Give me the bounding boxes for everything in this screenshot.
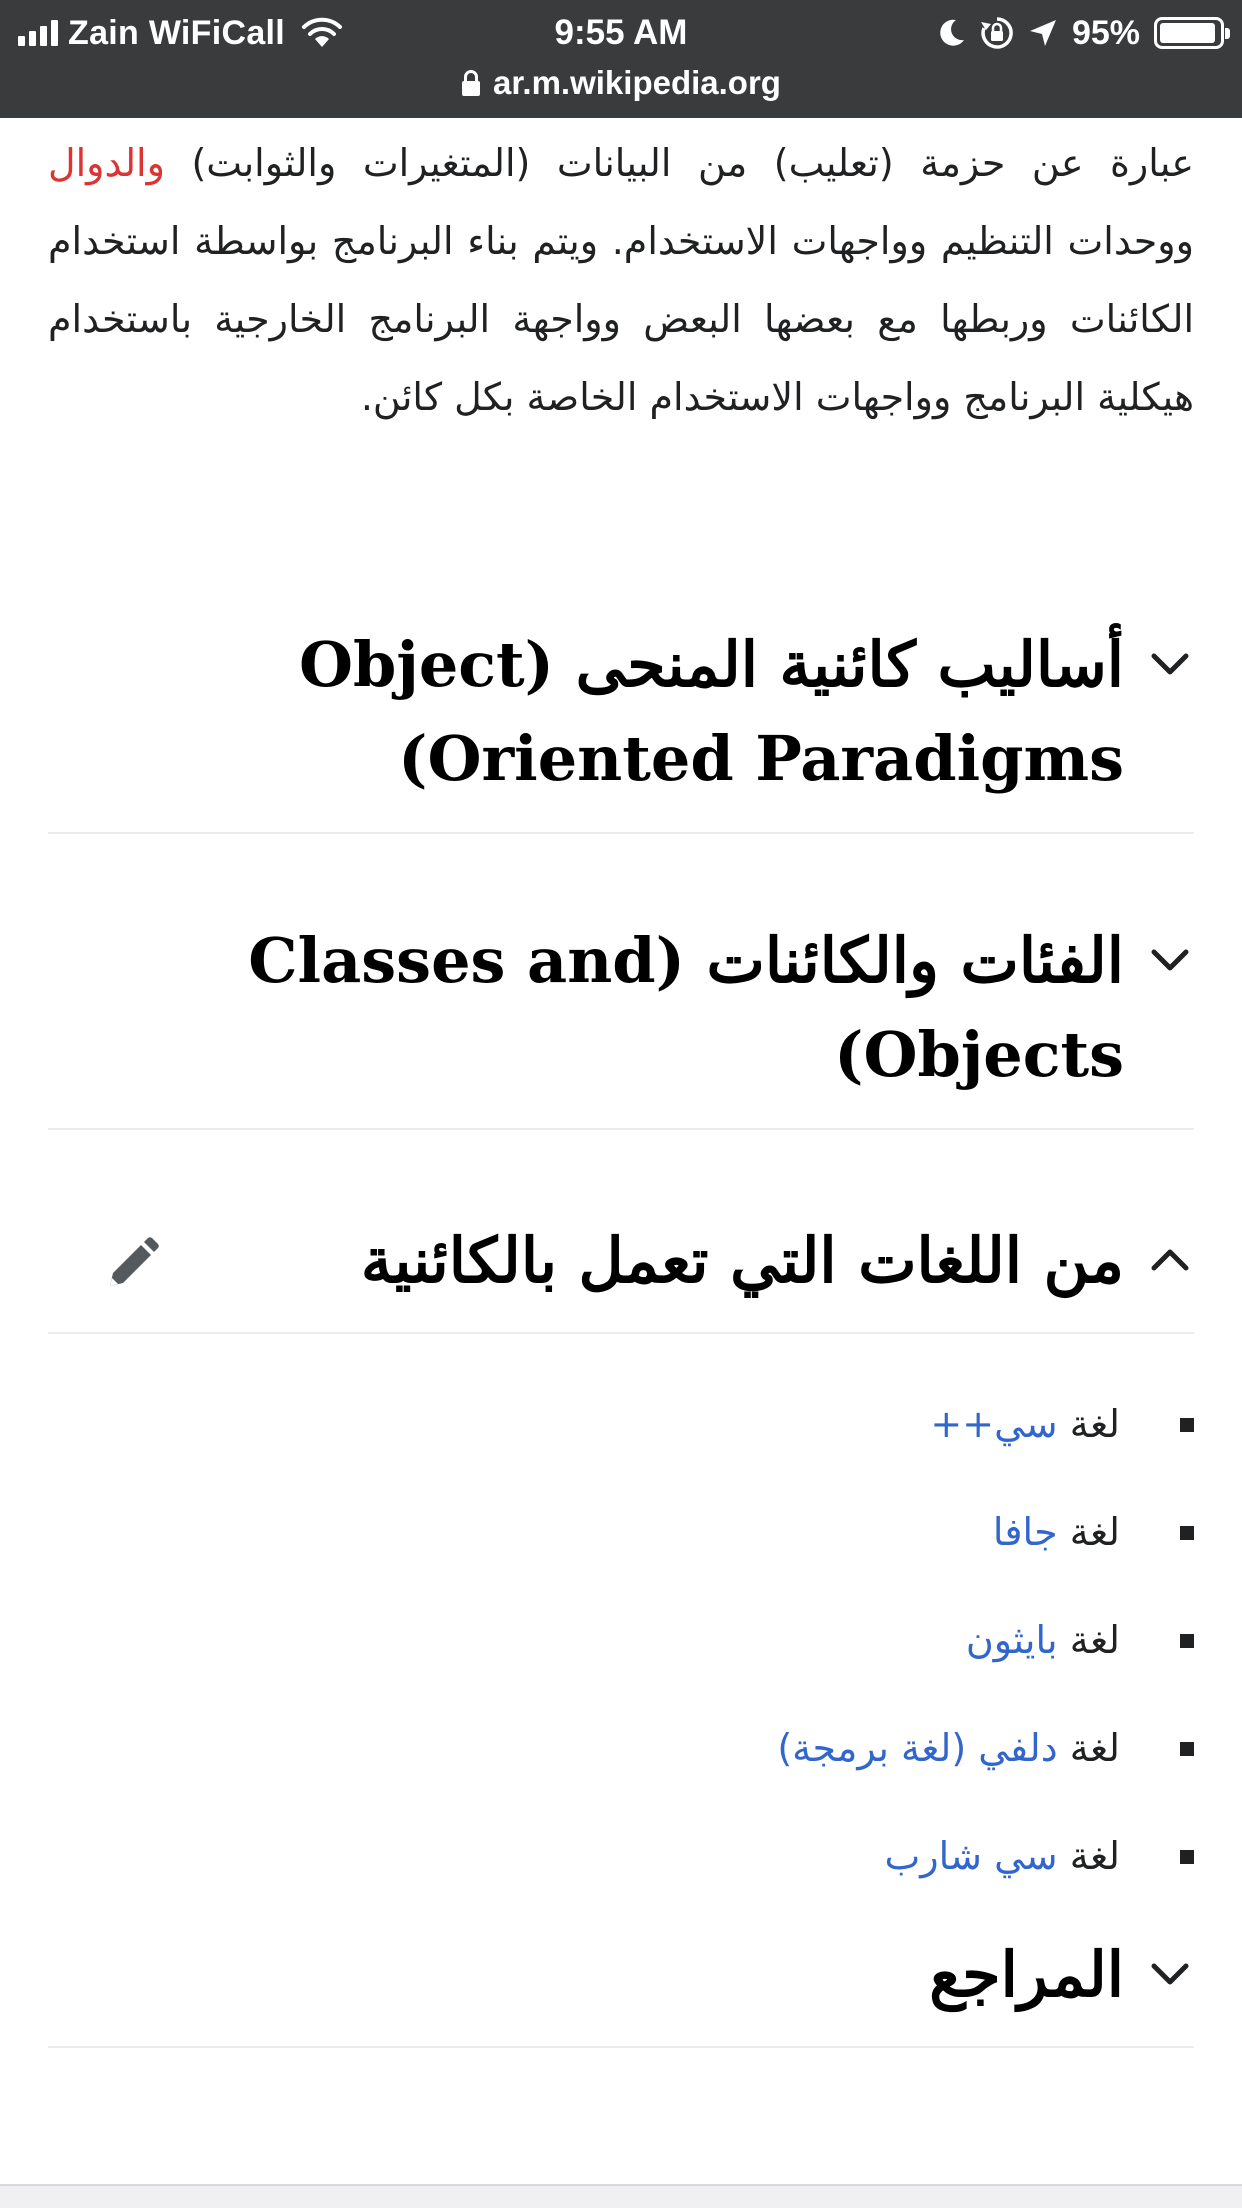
status-bar: Zain WiFiCall 9:55 AM 95% ar.m.wikipedia… xyxy=(0,0,1242,118)
languages-list: لغة سي++ لغة جافا لغة بايثون لغة دلفي (ل… xyxy=(48,1370,1194,1910)
article-body: عبارة عن حزمة (تعليب) من البيانات (المتغ… xyxy=(48,118,1194,436)
language-prefix: لغة xyxy=(1057,1834,1120,1878)
location-arrow-icon xyxy=(1029,20,1056,46)
section-title[interactable]: الفئات والكائنات (Classes and Objects) xyxy=(48,914,1124,1102)
lock-icon xyxy=(462,70,481,96)
url-text[interactable]: ar.m.wikipedia.org xyxy=(493,64,781,102)
language-link[interactable]: سي++ xyxy=(930,1402,1057,1446)
browser-toolbar-edge xyxy=(0,2184,1242,2208)
address-bar[interactable]: ar.m.wikipedia.org xyxy=(0,58,1242,108)
language-link[interactable]: سي شارب xyxy=(884,1834,1057,1878)
list-item: لغة بايثون xyxy=(48,1586,1194,1694)
list-item: لغة سي شارب xyxy=(48,1802,1194,1910)
battery-percent: 95% xyxy=(1071,13,1140,52)
section-title[interactable]: المراجع xyxy=(48,1928,1124,2022)
list-item: لغة دلفي (لغة برمجة) xyxy=(48,1694,1194,1802)
language-prefix: لغة xyxy=(1057,1510,1120,1554)
cellular-signal-icon xyxy=(18,20,58,46)
language-prefix: لغة xyxy=(1057,1726,1120,1770)
bullet xyxy=(1180,1418,1194,1432)
wifi-icon xyxy=(302,17,343,47)
section-object-oriented-paradigms[interactable]: أساليب كائنية المنحى (Object Oriented Pa… xyxy=(48,608,1194,834)
language-link[interactable]: جافا xyxy=(993,1510,1058,1554)
language-link[interactable]: دلفي (لغة برمجة) xyxy=(777,1726,1057,1770)
bullet xyxy=(1180,1742,1194,1756)
list-item: لغة جافا xyxy=(48,1478,1194,1586)
chevron-down-icon[interactable] xyxy=(1146,640,1194,688)
section-oop-languages[interactable]: من اللغات التي تعمل بالكائنية xyxy=(48,1200,1194,1334)
intro-text-1: عبارة عن حزمة (تعليب) من البيانات (المتغ… xyxy=(164,141,1194,185)
moon-icon xyxy=(940,19,964,46)
bullet xyxy=(1180,1526,1194,1540)
chevron-up-icon[interactable] xyxy=(1146,1236,1194,1284)
section-title[interactable]: من اللغات التي تعمل بالكائنية xyxy=(48,1214,1124,1308)
bullet xyxy=(1180,1850,1194,1864)
rotation-lock-icon xyxy=(980,17,1013,49)
carrier-name: Zain WiFiCall xyxy=(68,13,286,52)
section-references[interactable]: المراجع xyxy=(48,1920,1194,2048)
functions-link[interactable]: والدوال xyxy=(48,141,165,185)
chevron-down-icon[interactable] xyxy=(1146,1950,1194,1998)
intro-paragraph: عبارة عن حزمة (تعليب) من البيانات (المتغ… xyxy=(48,118,1194,436)
section-classes-and-objects[interactable]: الفئات والكائنات (Classes and Objects) xyxy=(48,904,1194,1130)
section-title[interactable]: أساليب كائنية المنحى (Object Oriented Pa… xyxy=(48,618,1124,806)
list-item: لغة سي++ xyxy=(48,1370,1194,1478)
battery-icon xyxy=(1154,17,1230,49)
language-prefix: لغة xyxy=(1057,1402,1120,1446)
bullet xyxy=(1180,1634,1194,1648)
language-prefix: لغة xyxy=(1057,1618,1120,1662)
chevron-down-icon[interactable] xyxy=(1146,936,1194,984)
language-link[interactable]: بايثون xyxy=(966,1618,1058,1662)
intro-text-2: ووحدات التنظيم وواجهات الاستخدام. ويتم ب… xyxy=(48,219,1194,419)
pencil-icon[interactable] xyxy=(100,1234,162,1296)
battery-level xyxy=(1160,23,1215,43)
